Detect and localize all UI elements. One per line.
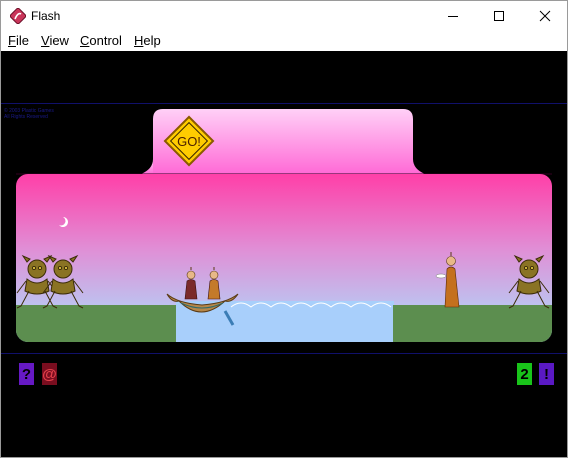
go-label: GO! bbox=[177, 134, 201, 149]
maximize-button[interactable] bbox=[476, 1, 522, 31]
close-button[interactable] bbox=[522, 1, 568, 31]
title-bar[interactable]: Flash bbox=[1, 1, 567, 31]
maximize-icon bbox=[494, 11, 504, 21]
menu-help[interactable]: Help bbox=[134, 33, 161, 48]
minimize-button[interactable] bbox=[430, 1, 476, 31]
minimize-icon bbox=[448, 16, 458, 17]
right-bank bbox=[393, 305, 552, 342]
help-button[interactable]: ? bbox=[19, 363, 34, 385]
flash-window: Flash File View Control Help © 2003 Plas… bbox=[0, 0, 568, 458]
count-button[interactable]: 2 bbox=[517, 363, 532, 385]
close-icon bbox=[539, 10, 551, 22]
menu-view[interactable]: View bbox=[41, 33, 69, 48]
game-scene: GO! bbox=[16, 109, 552, 342]
email-button[interactable]: @ bbox=[42, 363, 57, 385]
menu-bar: File View Control Help bbox=[1, 31, 567, 51]
flash-app-icon bbox=[10, 8, 26, 24]
flash-stage: © 2003 Plastic Games All Rights Reserved bbox=[1, 51, 567, 457]
info-button[interactable]: ! bbox=[539, 363, 554, 385]
menu-control[interactable]: Control bbox=[80, 33, 122, 48]
river-scene bbox=[16, 174, 552, 342]
window-title: Flash bbox=[31, 9, 61, 23]
menu-file[interactable]: File bbox=[8, 33, 29, 48]
left-bank bbox=[16, 305, 178, 342]
